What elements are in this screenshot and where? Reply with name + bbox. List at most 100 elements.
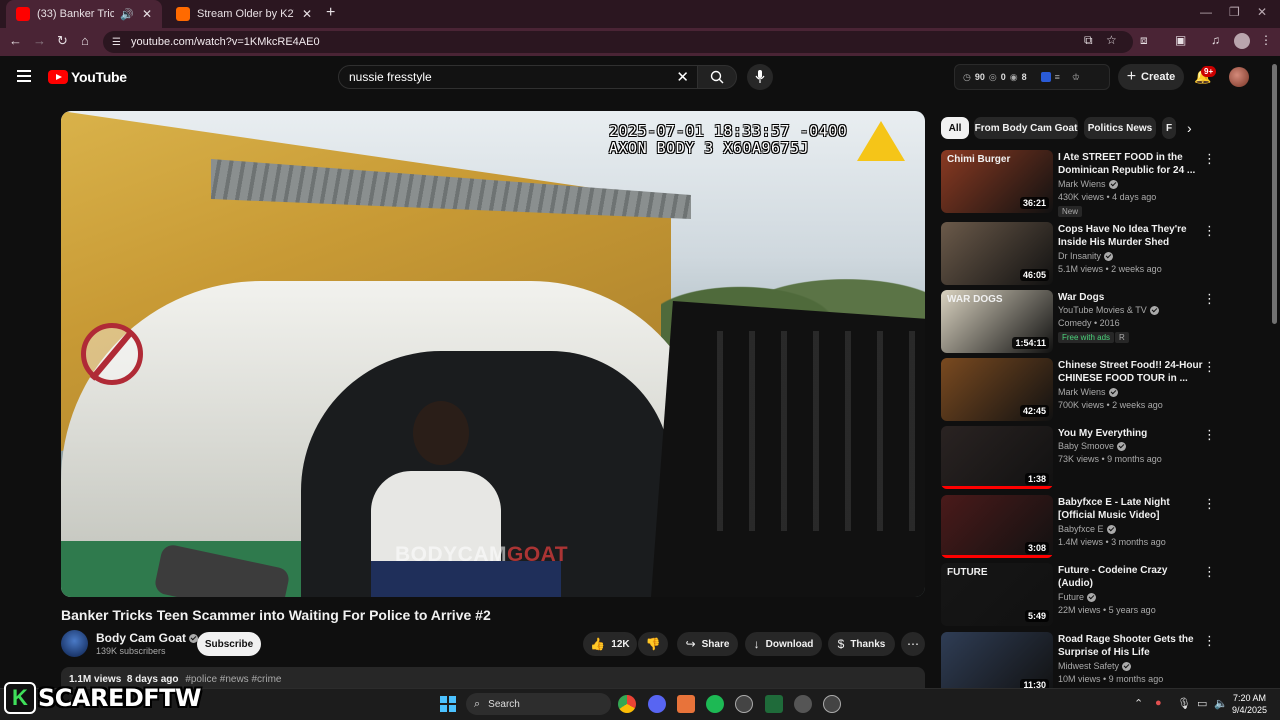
windows-start-icon[interactable] [440, 696, 456, 712]
recommendation-channel[interactable]: Mark Wiens [1058, 387, 1118, 398]
excel-taskbar-icon[interactable] [765, 695, 783, 713]
more-vertical-icon[interactable]: ⋮ [1203, 359, 1216, 375]
chip-all[interactable]: All [941, 117, 969, 139]
install-app-icon[interactable]: ⧉ [1084, 33, 1093, 48]
hamburger-menu-icon[interactable] [17, 70, 31, 82]
maximize-window-icon[interactable]: ❐ [1229, 5, 1240, 19]
clear-search-icon[interactable]: ✕ [676, 68, 689, 86]
app-cloud-taskbar-icon[interactable] [794, 695, 812, 713]
create-button[interactable]: + Create [1118, 64, 1184, 90]
recommendation-thumbnail[interactable]: FUTURE 5:49 [941, 563, 1053, 626]
close-tab-icon[interactable]: ✕ [302, 7, 312, 21]
recommendation-title[interactable]: I Ate STREET FOOD in the Dominican Repub… [1058, 151, 1204, 177]
spotify-taskbar-icon[interactable] [706, 695, 724, 713]
recommendation-thumbnail[interactable]: 1:38 [941, 426, 1053, 489]
recommendation-title[interactable]: Road Rage Shooter Gets the Surprise of H… [1058, 633, 1204, 659]
recommendation-channel[interactable]: Mark Wiens [1058, 179, 1118, 190]
recommendation-title[interactable]: Babyfxce E - Late Night [Official Music … [1058, 496, 1204, 522]
omnibox[interactable]: ☰ youtube.com/watch?v=1KMkcRE4AE0 [103, 31, 1133, 53]
download-button[interactable]: ↓ Download [745, 632, 822, 656]
subscribe-button[interactable]: Subscribe [197, 632, 261, 656]
recommendation-channel[interactable]: Dr Insanity [1058, 251, 1114, 262]
more-vertical-icon[interactable]: ⋮ [1203, 427, 1216, 443]
video-player[interactable]: 2025-07-01 18:33:57 -0400 AXON BODY 3 X6… [61, 111, 925, 597]
recommendation-item[interactable]: WAR DOGS 1:54:11 War Dogs YouTube Movies & … [941, 290, 1231, 354]
tab-youtube[interactable]: (33) Banker Tricks Teen Scammer 🔊 ✕ [6, 0, 162, 28]
app-a-taskbar-icon[interactable] [677, 695, 695, 713]
recommendation-item[interactable]: Chimi Burger 36:21 I Ate STREET FOOD in th… [941, 150, 1231, 217]
tray-app-icon[interactable]: ● [1155, 697, 1162, 709]
list-icon[interactable]: ≡ [1055, 72, 1060, 82]
taskbar-clock[interactable]: 7:20 AM 9/4/2025 [1232, 692, 1267, 716]
channel-avatar[interactable] [61, 630, 88, 657]
tray-mic-icon[interactable]: 🎙 [1177, 697, 1191, 710]
recommendation-channel[interactable]: Midwest Safety [1058, 661, 1132, 672]
forward-arrow-icon[interactable]: → [33, 33, 46, 48]
more-vertical-icon[interactable]: ⋮ [1203, 564, 1216, 580]
extension-blue-icon[interactable] [1040, 72, 1051, 82]
recommendation-channel[interactable]: Baby Smoove [1058, 441, 1127, 452]
tray-chevron-up-icon[interactable]: ⌃ [1134, 697, 1143, 710]
tray-network-icon[interactable]: ▭ [1197, 697, 1207, 710]
side-panel-icon[interactable]: ▣ [1175, 33, 1186, 47]
page-scrollbar[interactable] [1272, 64, 1277, 324]
back-arrow-icon[interactable]: ← [9, 33, 22, 48]
chip-from-channel[interactable]: From Body Cam Goat [974, 117, 1078, 139]
account-avatar[interactable] [1229, 67, 1249, 87]
url-text[interactable]: youtube.com/watch?v=1KMkcRE4AE0 [131, 36, 320, 48]
recommendation-channel[interactable]: Babyfxce E [1058, 524, 1116, 535]
app-circle-taskbar-icon[interactable] [735, 695, 753, 713]
discord-taskbar-icon[interactable] [648, 695, 666, 713]
voice-search-button[interactable] [747, 64, 773, 90]
new-tab-button[interactable]: + [326, 4, 335, 22]
recommendation-thumbnail[interactable]: 11:30 [941, 632, 1053, 695]
more-vertical-icon[interactable]: ⋮ [1203, 151, 1216, 167]
recommendation-item[interactable]: FUTURE 5:49 Future - Codeine Crazy (Audio)… [941, 563, 1231, 627]
chip-partial[interactable]: F [1162, 117, 1176, 139]
more-vertical-icon[interactable]: ⋮ [1203, 291, 1216, 307]
bookmark-star-icon[interactable]: ☆ [1106, 33, 1117, 47]
browser-menu-icon[interactable]: ⋮ [1260, 33, 1272, 47]
youtube-logo[interactable]: YouTube [48, 69, 127, 85]
trophy-icon[interactable]: ♔ [1072, 72, 1080, 83]
recommendation-title[interactable]: Cops Have No Idea They're Inside His Mur… [1058, 223, 1204, 249]
recommendation-title[interactable]: Future - Codeine Crazy (Audio) [1058, 564, 1204, 590]
recommendation-thumbnail[interactable]: 3:08 [941, 495, 1053, 558]
recommendation-title[interactable]: You My Everything [1058, 427, 1204, 440]
recommendation-item[interactable]: 1:38 You My Everything Baby Smoove 73K view… [941, 426, 1231, 490]
recommendation-title[interactable]: War Dogs [1058, 291, 1204, 304]
tray-volume-icon[interactable]: 🔈 [1214, 697, 1228, 710]
taskbar-search[interactable]: ⌕ Search [466, 693, 611, 715]
like-button[interactable]: 👍 12K [583, 632, 637, 656]
channel-name[interactable]: Body Cam Goat [96, 631, 199, 645]
search-query[interactable]: nussie fresstyle [349, 70, 676, 84]
tab-stream-older[interactable]: Stream Older by K2Teddy | Liste ✕ [166, 0, 322, 28]
chevron-right-icon[interactable]: › [1187, 120, 1192, 136]
chrome-taskbar-icon[interactable] [618, 695, 636, 713]
home-icon[interactable]: ⌂ [81, 33, 89, 48]
dislike-button[interactable]: 👎 [638, 632, 668, 656]
close-window-icon[interactable]: ✕ [1257, 5, 1267, 19]
reload-icon[interactable]: ↻ [57, 33, 68, 49]
recommendation-thumbnail[interactable]: Chimi Burger 36:21 [941, 150, 1053, 213]
more-vertical-icon[interactable]: ⋮ [1203, 633, 1216, 649]
more-actions-button[interactable]: ⋯ [901, 632, 925, 656]
more-vertical-icon[interactable]: ⋮ [1203, 223, 1216, 239]
recommendation-item[interactable]: 46:05 Cops Have No Idea They're Inside Hi… [941, 222, 1231, 286]
browser-profile-icon[interactable] [1234, 33, 1250, 49]
close-tab-icon[interactable]: ✕ [142, 7, 152, 21]
recommendation-thumbnail[interactable]: 42:45 [941, 358, 1053, 421]
chip-politics-news[interactable]: Politics News [1084, 117, 1156, 139]
more-vertical-icon[interactable]: ⋮ [1203, 496, 1216, 512]
extension-stats-pill[interactable]: ◷ 90 ◎ 0 ◉ 8 ≡ ♔ [954, 64, 1110, 90]
recommendation-channel[interactable]: YouTube Movies & TV [1058, 305, 1159, 316]
thanks-button[interactable]: $ Thanks [828, 632, 895, 656]
recommendation-item[interactable]: 3:08 Babyfxce E - Late Night [Official Mu… [941, 495, 1231, 559]
recommendation-item[interactable]: 11:30 Road Rage Shooter Gets the Surprise… [941, 632, 1231, 696]
recommendation-channel[interactable]: Future [1058, 592, 1097, 603]
app-obs-taskbar-icon[interactable] [823, 695, 841, 713]
recommendation-thumbnail[interactable]: 46:05 [941, 222, 1053, 285]
media-controls-icon[interactable]: ♫ [1211, 33, 1220, 47]
speaker-icon[interactable]: 🔊 [120, 8, 134, 21]
recommendation-item[interactable]: 42:45 Chinese Street Food!! 24-Hour CHINE… [941, 358, 1231, 422]
